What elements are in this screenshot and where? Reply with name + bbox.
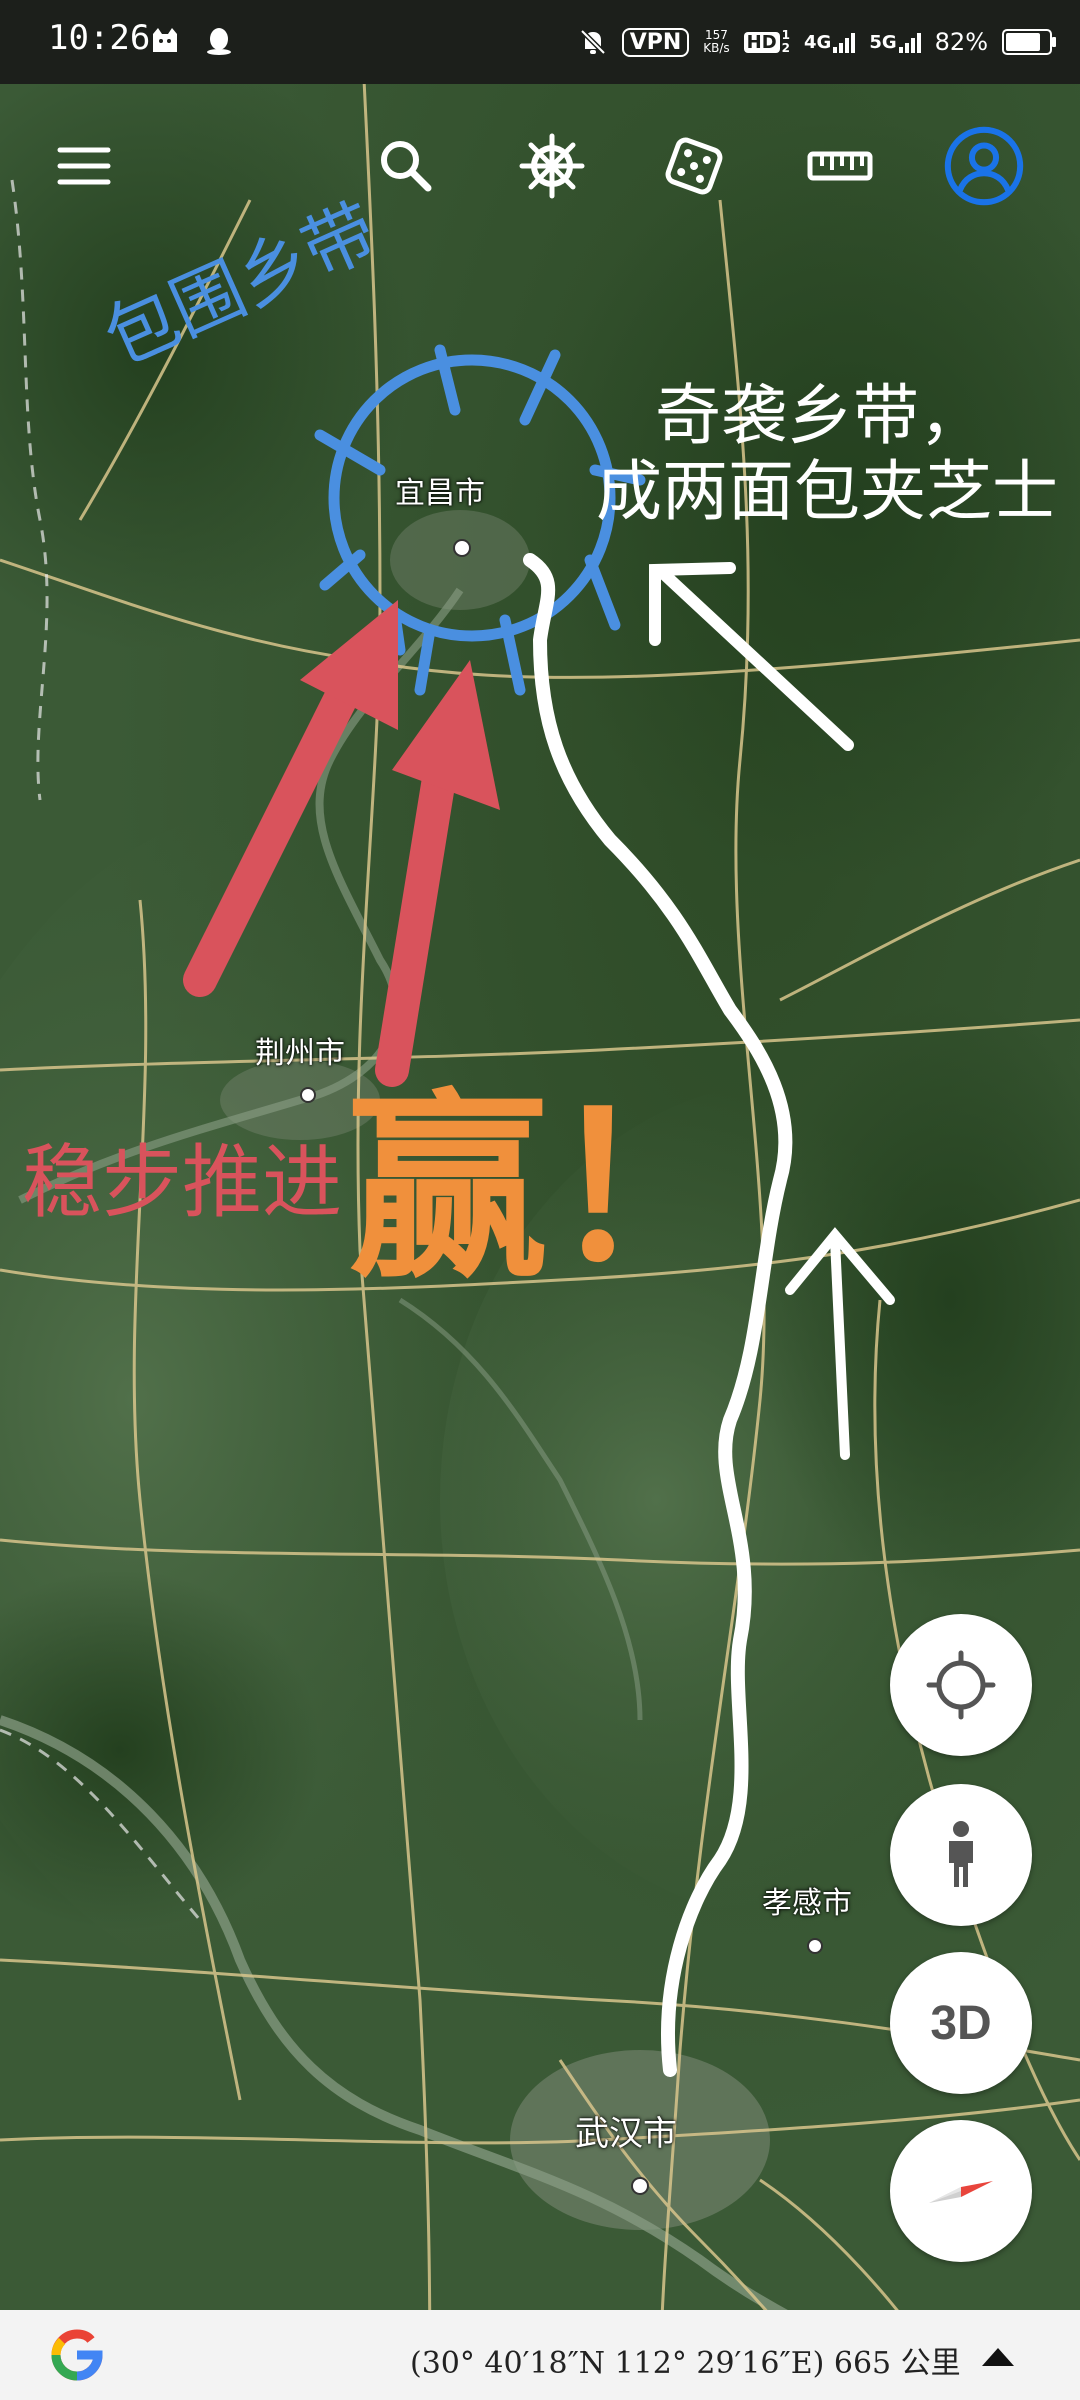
vpn-badge: VPN	[621, 27, 690, 57]
city-label-yichang[interactable]: 宜昌市	[395, 468, 485, 512]
city-label-xiaogan[interactable]: 孝感市	[762, 1878, 852, 1922]
surprise-route-line	[523, 553, 793, 2077]
annotation-surprise-line2: 成两面包夹芝士	[596, 453, 1058, 530]
city-dot-yichang	[453, 539, 471, 557]
measure-button[interactable]	[792, 118, 888, 214]
toggle-3d-label: 3D	[930, 1996, 992, 2050]
coordinates-readout: (30° 40′18″N 112° 29′16″E) 665 公里	[410, 2346, 961, 2381]
search-icon	[381, 141, 432, 192]
battery-icon	[1002, 29, 1056, 55]
city-dot-jingzhou	[300, 1087, 316, 1103]
bottom-bar: (30° 40′18″N 112° 29′16″E) 665 公里	[0, 2310, 1080, 2400]
city-dot-wuhan	[631, 2177, 649, 2195]
city-label-wuhan[interactable]: 武汉市	[575, 2106, 677, 2155]
toggle-3d-button[interactable]: 3D	[890, 1952, 1032, 2094]
signal-5g: 5G	[869, 31, 921, 53]
advance-up-arrow	[785, 1227, 895, 1460]
status-bar: 10:26 VPN 157 KB/s HD 12 4G 5G 82%	[0, 0, 1080, 84]
net-speed: 157 KB/s	[703, 28, 730, 55]
account-icon	[944, 126, 1024, 206]
red-advance-arrows	[183, 600, 500, 1087]
account-button[interactable]	[936, 118, 1032, 214]
city-dot-xiaogan	[807, 1938, 823, 1954]
signal-4g: 4G	[804, 31, 856, 53]
search-button[interactable]	[358, 118, 454, 214]
battery-percent: 82%	[934, 28, 988, 56]
street-view-button[interactable]	[890, 1784, 1032, 1926]
compass-icon	[929, 2181, 993, 2203]
ship-wheel-icon	[519, 133, 585, 199]
menu-button[interactable]	[36, 118, 132, 214]
my-location-button[interactable]	[890, 1614, 1032, 1756]
surprise-arrow	[649, 562, 854, 751]
triangle-up-icon[interactable]	[980, 2346, 1016, 2368]
dice-icon	[665, 137, 723, 195]
status-time: 10:26	[48, 18, 151, 58]
feeling-lucky-button[interactable]	[646, 118, 742, 214]
hd-indicator: HD 12	[743, 29, 790, 55]
annotation-win: 赢！	[348, 1073, 749, 1306]
my-location-icon	[926, 1650, 996, 1720]
cat-icon	[153, 28, 177, 52]
city-label-jingzhou[interactable]: 荆州市	[255, 1028, 345, 1072]
voyager-button[interactable]	[504, 118, 600, 214]
mute-bell-icon	[579, 29, 606, 55]
ruler-icon	[807, 151, 873, 181]
annotation-advance: 稳步推进	[22, 1136, 342, 1229]
google-g-logo	[51, 2329, 103, 2381]
street-view-pegman-icon	[949, 1821, 973, 1887]
qq-penguin-icon	[206, 28, 231, 55]
compass-button[interactable]	[890, 2120, 1032, 2262]
menu-icon	[57, 147, 111, 185]
